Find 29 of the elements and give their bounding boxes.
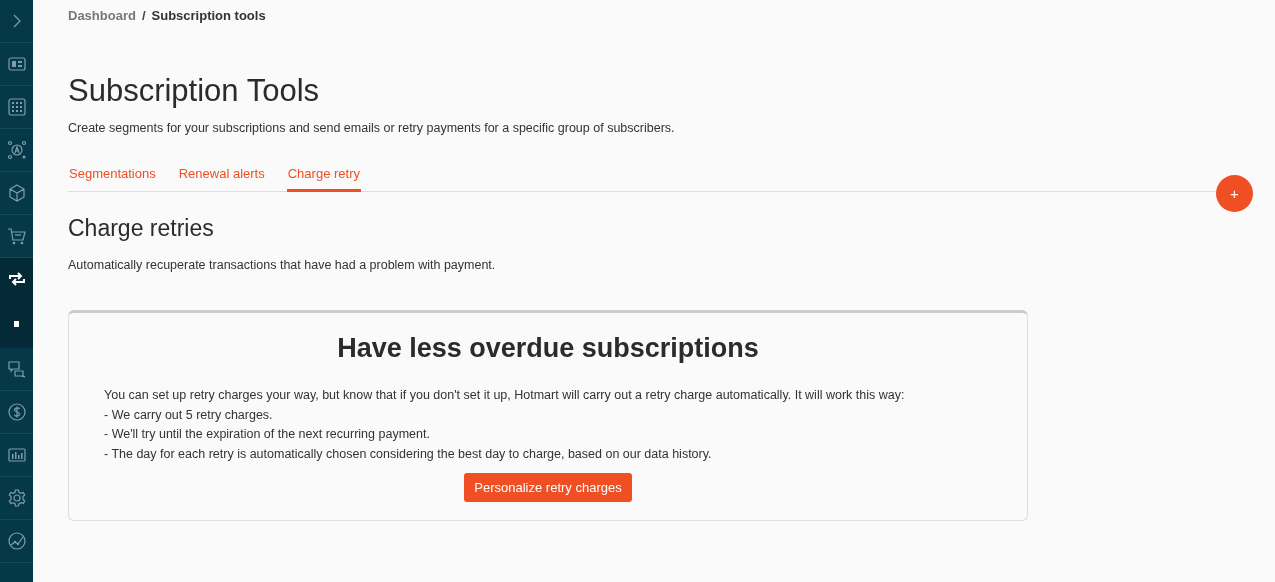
card-text: You can set up retry charges your way, but know that if you don't set it up, Hotmart will carry out a retry charge automatically. It will work this way:: [104, 387, 906, 404]
dashboard-icon[interactable]: [6, 54, 27, 74]
add-button[interactable]: +: [1216, 175, 1253, 212]
tab[interactable]: Segmentations: [68, 159, 157, 192]
grid-icon[interactable]: [6, 97, 27, 117]
personalize-button[interactable]: Personalize retry charges: [464, 473, 632, 502]
expand-icon[interactable]: [11, 14, 22, 28]
card-list-item: - The day for each retry is automatically chosen considering the best day to charge, based on our data history.: [104, 445, 713, 463]
card-list-item: - We carry out 5 retry charges.: [104, 406, 274, 424]
submenu-marker[interactable]: [14, 321, 19, 327]
dollar-icon[interactable]: [6, 402, 27, 422]
card-title: Have less overdue subscriptions: [336, 333, 760, 364]
breadcrumb-link[interactable]: Subscription tools: [151, 8, 266, 23]
analytics-icon[interactable]: [6, 531, 27, 551]
cube-icon[interactable]: [6, 183, 27, 203]
tab[interactable]: Charge retry: [286, 159, 361, 192]
page-title: Subscription Tools: [68, 72, 320, 110]
bar-chart-icon[interactable]: [6, 445, 27, 465]
card-list-item: - We'll try until the expiration of the next recurring payment.: [104, 426, 431, 443]
tab[interactable]: Renewal alerts: [177, 159, 266, 192]
section-description: Automatically recuperate transactions that have had a problem with payment.: [68, 258, 497, 272]
breadcrumb-separator: /: [141, 8, 146, 23]
section-title: Charge retries: [68, 215, 215, 242]
cart-icon[interactable]: [6, 226, 27, 246]
settings-icon[interactable]: [6, 488, 27, 508]
chat-icon[interactable]: [6, 359, 27, 379]
network-icon[interactable]: [6, 140, 27, 160]
breadcrumb-link[interactable]: Dashboard: [68, 8, 136, 23]
page-subtitle: Create segments for your subscriptions and send emails or retry payments for a specific group of subscribers.: [68, 121, 676, 135]
